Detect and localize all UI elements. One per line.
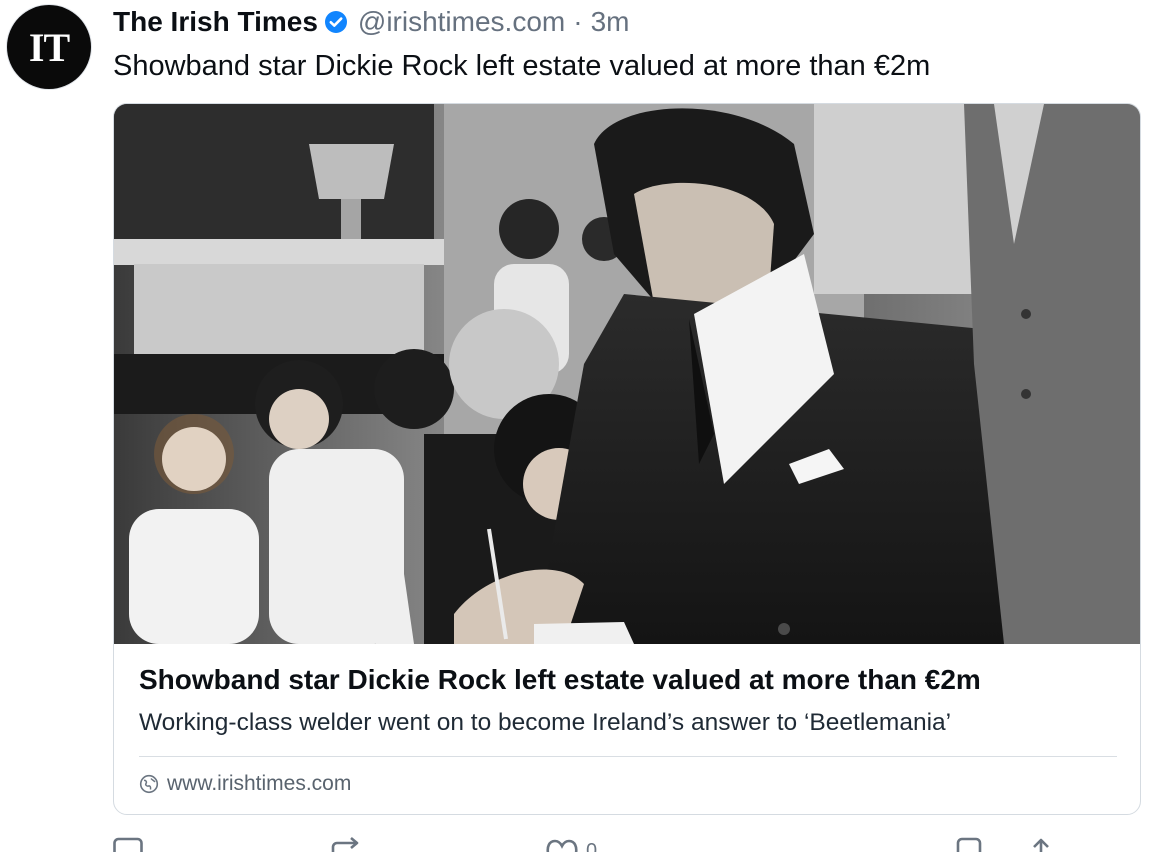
avatar-initials: IT: [28, 24, 70, 70]
link-card[interactable]: Showband star Dickie Rock left estate va…: [113, 103, 1141, 815]
author-name[interactable]: The Irish Times: [113, 6, 318, 38]
link-card-domain-text: www.irishtimes.com: [167, 772, 352, 795]
link-card-divider: [139, 756, 1117, 757]
verified-badge-icon: [324, 10, 348, 34]
link-card-domain[interactable]: www.irishtimes.com: [139, 768, 351, 800]
reply-button[interactable]: [113, 836, 143, 852]
heart-icon: [546, 836, 578, 852]
bookmark-icon: [956, 836, 982, 852]
globe-icon: [139, 774, 159, 794]
avatar[interactable]: IT: [7, 5, 91, 89]
post-timestamp[interactable]: 3m: [591, 6, 630, 38]
author-handle[interactable]: @irishtimes.com: [358, 6, 565, 38]
repost-icon: [331, 836, 361, 852]
link-card-title[interactable]: Showband star Dickie Rock left estate va…: [139, 664, 981, 696]
post: IT The Irish Times @irishtimes.com · 3m …: [0, 0, 1172, 852]
bookmark-button[interactable]: [956, 836, 982, 852]
post-text: Showband star Dickie Rock left estate va…: [113, 50, 931, 82]
like-count: 0: [586, 840, 598, 852]
separator-dot: ·: [573, 6, 583, 37]
post-actions: 0: [0, 836, 1172, 852]
link-card-image: [114, 104, 1140, 644]
repost-button[interactable]: [331, 836, 361, 852]
like-button[interactable]: 0: [546, 836, 597, 852]
share-button[interactable]: [1028, 836, 1054, 852]
share-icon: [1028, 836, 1054, 852]
reply-icon: [113, 836, 143, 852]
post-header: The Irish Times @irishtimes.com · 3m: [113, 4, 629, 40]
link-card-description: Working-class welder went on to become I…: [139, 709, 952, 736]
